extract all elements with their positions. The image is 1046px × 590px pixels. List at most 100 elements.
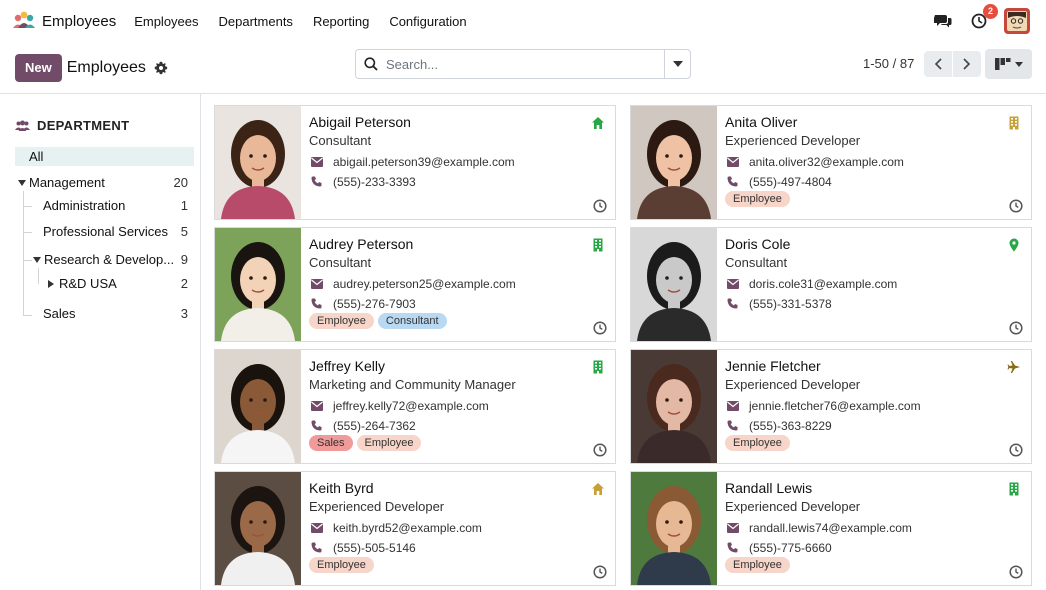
sidebar-item-count: 20 bbox=[173, 175, 188, 190]
envelope-icon bbox=[311, 156, 323, 167]
employee-name: Randall Lewis bbox=[725, 480, 813, 496]
employee-email[interactable]: abigail.peterson39@example.com bbox=[333, 155, 515, 169]
employee-email[interactable]: doris.cole31@example.com bbox=[749, 277, 897, 291]
employee-card[interactable]: Abigail Peterson Consultant abigail.pete… bbox=[214, 105, 616, 220]
tree-branch bbox=[24, 260, 32, 261]
page-title: Employees bbox=[66, 58, 146, 76]
activity-button[interactable]: 2 bbox=[968, 4, 998, 32]
plane-icon bbox=[1007, 360, 1021, 374]
menu-employees[interactable]: Employees bbox=[134, 14, 198, 29]
employee-tags: Employee Consultant bbox=[309, 313, 609, 329]
employee-email[interactable]: anita.oliver32@example.com bbox=[749, 155, 904, 169]
tag-employee: Employee bbox=[356, 435, 422, 451]
employee-email[interactable]: keith.byrd52@example.com bbox=[333, 521, 482, 535]
employee-name: Audrey Peterson bbox=[309, 236, 414, 252]
employee-email[interactable]: jeffrey.kelly72@example.com bbox=[333, 399, 489, 413]
sidebar-item-label: Management bbox=[29, 175, 105, 190]
employee-phone[interactable]: (555)-331-5378 bbox=[749, 297, 832, 311]
chevron-left-icon bbox=[934, 58, 942, 70]
employee-phone[interactable]: (555)-276-7903 bbox=[333, 297, 416, 311]
phone-icon bbox=[727, 176, 738, 187]
sidebar-item-all[interactable]: All bbox=[15, 147, 194, 166]
phone-icon bbox=[311, 420, 322, 431]
employee-card[interactable]: Jeffrey Kelly Marketing and Community Ma… bbox=[214, 349, 616, 464]
employee-job-title: Marketing and Community Manager bbox=[309, 377, 516, 392]
sidebar-item-count: 5 bbox=[180, 224, 188, 239]
employee-photo bbox=[215, 350, 301, 463]
top-navbar: Employees Employees Departments Reportin… bbox=[0, 0, 1046, 42]
sidebar-item-label: Sales bbox=[43, 306, 76, 321]
activity-clock-icon[interactable] bbox=[593, 443, 607, 457]
menu-reporting[interactable]: Reporting bbox=[313, 14, 369, 29]
employee-phone[interactable]: (555)-264-7362 bbox=[333, 419, 416, 433]
user-avatar[interactable] bbox=[1004, 8, 1030, 34]
employee-email[interactable]: randall.lewis74@example.com bbox=[749, 521, 912, 535]
activity-count-badge: 2 bbox=[983, 4, 998, 19]
menu-configuration[interactable]: Configuration bbox=[389, 14, 466, 29]
sidebar-item-count: 9 bbox=[180, 252, 188, 267]
menu-departments[interactable]: Departments bbox=[219, 14, 293, 29]
envelope-icon bbox=[727, 400, 739, 411]
sidebar-item-professional-services[interactable]: Professional Services 5 bbox=[43, 224, 201, 239]
activity-clock-icon[interactable] bbox=[593, 565, 607, 579]
building-icon bbox=[591, 360, 605, 374]
employee-tags: Employee bbox=[725, 557, 1025, 573]
employee-job-title: Experienced Developer bbox=[725, 133, 861, 148]
employee-email[interactable]: jennie.fletcher76@example.com bbox=[749, 399, 921, 413]
employee-name: Keith Byrd bbox=[309, 480, 374, 496]
messaging-button[interactable] bbox=[932, 10, 954, 32]
employee-job-title: Consultant bbox=[725, 255, 788, 270]
search-options-toggle[interactable] bbox=[664, 50, 690, 78]
employee-phone[interactable]: (555)-505-5146 bbox=[333, 541, 416, 555]
employee-phone[interactable]: (555)-497-4804 bbox=[749, 175, 832, 189]
phone-icon bbox=[311, 542, 322, 553]
sidebar-item-label: Research & Develop... bbox=[44, 252, 175, 267]
pager-value[interactable]: 1-50 / 87 bbox=[863, 56, 914, 71]
employee-card[interactable]: Jennie Fletcher Experienced Developer je… bbox=[630, 349, 1032, 464]
app-title[interactable]: Employees bbox=[42, 13, 116, 30]
caret-right-icon bbox=[48, 279, 54, 288]
employee-card[interactable]: Keith Byrd Experienced Developer keith.b… bbox=[214, 471, 616, 586]
sidebar-item-count: 3 bbox=[180, 306, 188, 321]
employee-photo bbox=[631, 350, 717, 463]
building-icon bbox=[591, 238, 605, 252]
employee-email[interactable]: audrey.peterson25@example.com bbox=[333, 277, 516, 291]
sidebar-item-research-development[interactable]: Research & Develop... 9 bbox=[33, 252, 201, 267]
sidebar-item-rd-usa[interactable]: R&D USA 2 bbox=[48, 276, 201, 291]
activity-clock-icon[interactable] bbox=[1009, 199, 1023, 213]
sidebar-item-management[interactable]: Management 20 bbox=[18, 175, 201, 190]
chevron-right-icon bbox=[963, 58, 971, 70]
employee-card[interactable]: Anita Oliver Experienced Developer anita… bbox=[630, 105, 1032, 220]
employee-phone[interactable]: (555)-775-6660 bbox=[749, 541, 832, 555]
employee-card[interactable]: Randall Lewis Experienced Developer rand… bbox=[630, 471, 1032, 586]
activity-clock-icon[interactable] bbox=[1009, 565, 1023, 579]
home-icon bbox=[591, 482, 605, 496]
sidebar-item-administration[interactable]: Administration 1 bbox=[43, 198, 201, 213]
tag-employee: Employee bbox=[309, 313, 374, 329]
employee-card[interactable]: Doris Cole Consultant doris.cole31@examp… bbox=[630, 227, 1032, 342]
activity-clock-icon[interactable] bbox=[593, 199, 607, 213]
sidebar-item-sales[interactable]: Sales 3 bbox=[43, 306, 201, 321]
pager-next-button[interactable] bbox=[953, 51, 981, 77]
activity-clock-icon[interactable] bbox=[593, 321, 607, 335]
view-switcher-button[interactable] bbox=[985, 49, 1032, 79]
employee-name: Jennie Fletcher bbox=[725, 358, 821, 374]
employee-phone[interactable]: (555)-233-3393 bbox=[333, 175, 416, 189]
new-button[interactable]: New bbox=[15, 53, 62, 82]
phone-icon bbox=[311, 298, 322, 309]
employee-card[interactable]: Audrey Peterson Consultant audrey.peters… bbox=[214, 227, 616, 342]
envelope-icon bbox=[727, 156, 739, 167]
location-pin-icon bbox=[1007, 238, 1021, 252]
employee-photo bbox=[631, 106, 717, 219]
gear-icon[interactable] bbox=[154, 61, 168, 75]
search-input[interactable] bbox=[386, 56, 664, 72]
pager-previous-button[interactable] bbox=[924, 51, 952, 77]
employees-app-icon[interactable] bbox=[12, 9, 36, 33]
phone-icon bbox=[727, 542, 738, 553]
tree-branch bbox=[24, 206, 32, 207]
employee-phone[interactable]: (555)-363-8229 bbox=[749, 419, 832, 433]
employee-job-title: Experienced Developer bbox=[725, 377, 861, 392]
department-sidebar: DEPARTMENT All bbox=[0, 94, 201, 590]
activity-clock-icon[interactable] bbox=[1009, 443, 1023, 457]
activity-clock-icon[interactable] bbox=[1009, 321, 1023, 335]
